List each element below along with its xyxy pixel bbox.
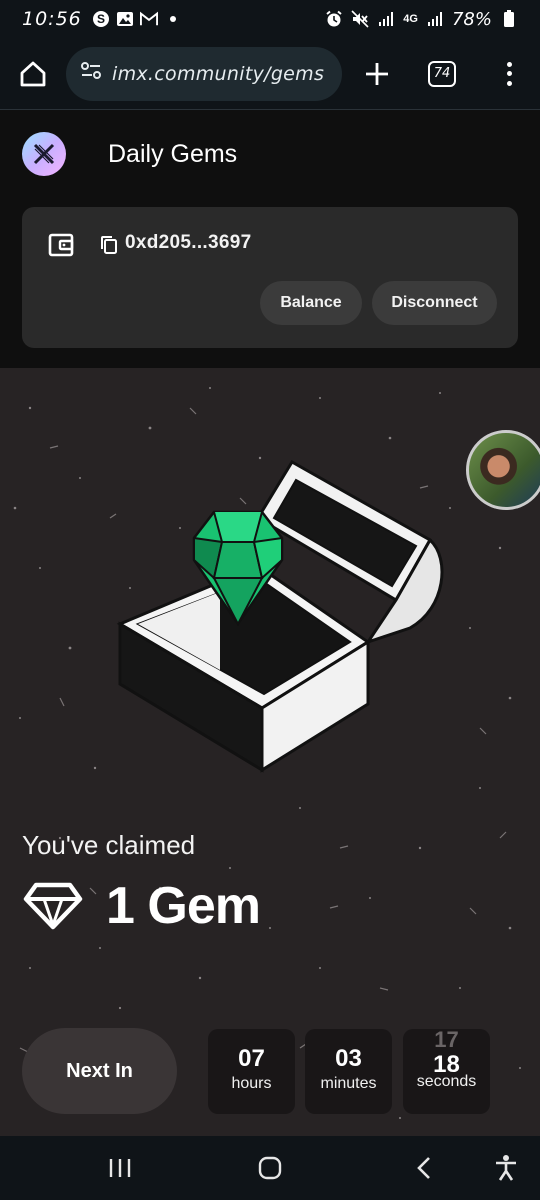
alarm-icon xyxy=(325,10,343,28)
gallery-icon xyxy=(116,10,134,28)
notification-icons: S xyxy=(92,10,182,28)
tab-count: 74 xyxy=(433,66,451,81)
overflow-menu-icon[interactable] xyxy=(504,59,514,89)
seconds-previous-value: 17 xyxy=(434,1027,459,1052)
signal-icon xyxy=(377,10,395,28)
site-settings-icon[interactable] xyxy=(80,61,102,86)
gem-count: 1 Gem xyxy=(106,877,261,935)
timer-seconds: 17 18 seconds xyxy=(403,1027,490,1114)
diamond-icon xyxy=(22,881,84,931)
app-header: Daily Gems 0xd205...3697 Balance Disconn… xyxy=(0,110,540,368)
gmail-icon xyxy=(139,10,158,28)
accessibility-icon[interactable] xyxy=(490,1152,522,1184)
disconnect-button[interactable]: Disconnect xyxy=(372,281,497,325)
wallet-icon xyxy=(48,233,74,257)
page-title: Daily Gems xyxy=(108,140,238,168)
claimed-amount: 1 Gem xyxy=(22,876,261,936)
timer-hours: 07 hours xyxy=(208,1029,295,1114)
minutes-label: minutes xyxy=(320,1075,377,1092)
hours-label: hours xyxy=(231,1075,272,1092)
tab-switcher-button[interactable]: 74 xyxy=(428,60,456,87)
wallet-card: 0xd205...3697 Balance Disconnect xyxy=(22,207,518,348)
system-nav-bar xyxy=(0,1136,540,1200)
immutable-x-logo-icon[interactable] xyxy=(22,132,66,176)
seconds-label: seconds xyxy=(416,1073,477,1090)
status-right: 4G 78% xyxy=(325,9,518,30)
minutes-value: 03 xyxy=(335,1045,362,1072)
timer-minutes: 03 minutes xyxy=(305,1029,392,1114)
status-bar: 10:56 S 4G 78% xyxy=(0,0,540,38)
mute-icon xyxy=(351,10,369,28)
home-icon[interactable] xyxy=(18,59,48,89)
hours-value: 07 xyxy=(238,1045,265,1072)
avatar[interactable] xyxy=(466,430,540,510)
status-time: 10:56 xyxy=(22,8,82,30)
copy-icon[interactable] xyxy=(100,235,118,255)
claimed-label: You've claimed xyxy=(22,830,196,860)
url-bar[interactable]: imx.community/gems xyxy=(66,46,342,101)
battery-percent: 78% xyxy=(451,8,492,30)
url-text[interactable]: imx.community/gems xyxy=(112,63,324,85)
battery-icon xyxy=(500,10,518,28)
network-type: 4G xyxy=(403,13,418,25)
dot-icon xyxy=(164,10,182,28)
svg-text:S: S xyxy=(97,12,105,26)
new-tab-icon[interactable] xyxy=(362,59,392,89)
skype-icon: S xyxy=(92,10,110,28)
browser-toolbar: imx.community/gems 74 xyxy=(0,38,540,110)
home-nav-icon[interactable] xyxy=(254,1152,286,1184)
wallet-address[interactable]: 0xd205...3697 xyxy=(125,232,251,254)
treasure-chest-illustration xyxy=(116,459,444,773)
recent-apps-icon[interactable] xyxy=(104,1152,136,1184)
next-in-button[interactable]: Next In xyxy=(22,1028,177,1114)
claim-section: You've claimed 1 Gem Next In 07 hours 03… xyxy=(0,368,540,1136)
balance-button[interactable]: Balance xyxy=(260,281,362,325)
signal-icon xyxy=(426,10,444,28)
back-icon[interactable] xyxy=(408,1152,440,1184)
